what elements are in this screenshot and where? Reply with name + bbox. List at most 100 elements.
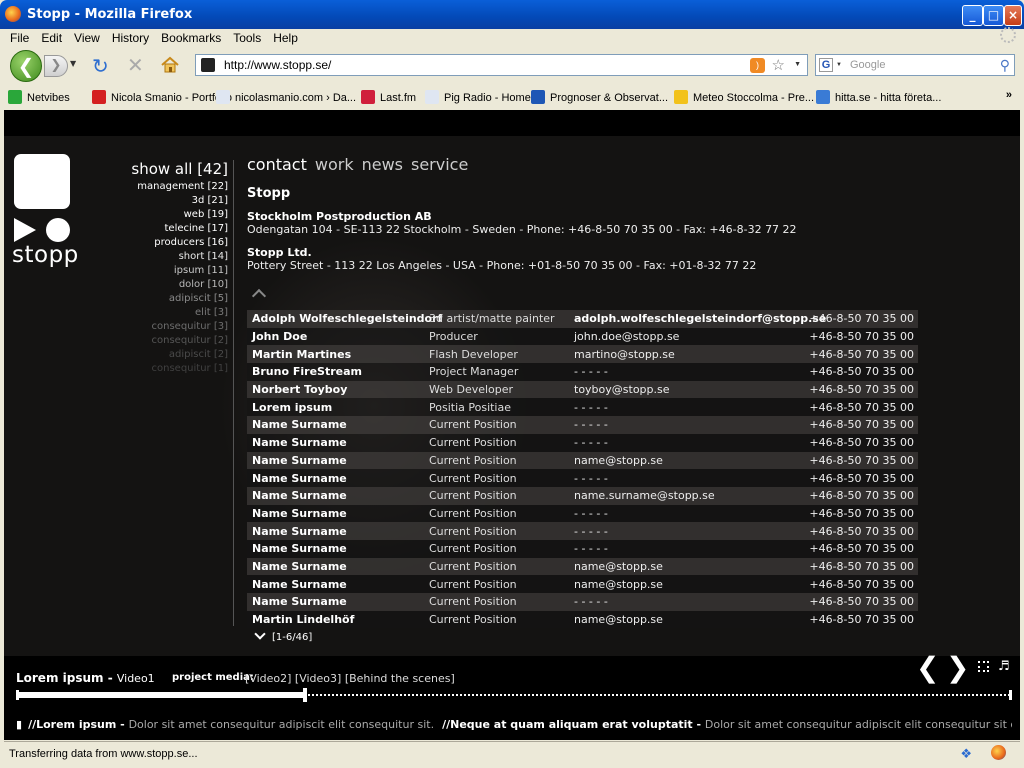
url-dropdown-icon[interactable]: ▼ [794,61,801,68]
category-item[interactable]: short [14] [104,250,228,264]
search-placeholder[interactable]: Google [850,59,885,71]
table-row[interactable]: Name Surname Current Position - - - - - +46… [247,504,918,523]
tab-news[interactable]: news [362,155,403,174]
category-item[interactable]: 3d [21] [104,194,228,208]
stop-button[interactable]: ✕ [127,53,144,77]
progress-bar[interactable] [16,688,1012,702]
bookmark-item[interactable]: hitta.se - hitta företa... [816,90,941,104]
table-row[interactable]: Name Surname Current Position - - - - - +46… [247,593,918,611]
previous-icon[interactable]: ❮ [916,654,939,682]
ticker-headline[interactable]: //Neque at quam aliquam erat voluptatit … [442,718,705,731]
firefox-status-icon[interactable] [991,745,1006,760]
bookmarks-overflow-icon[interactable]: » [1006,89,1012,101]
category-item[interactable]: dolor [10] [104,278,228,292]
staff-email[interactable]: - - - - - [574,507,804,520]
bookmark-item[interactable]: Prognoser & Observat... [531,90,668,104]
scroll-down-icon[interactable] [254,628,266,640]
table-row[interactable]: Name Surname Current Position name@stopp.s… [247,575,918,593]
maximize-button[interactable]: □ [983,5,1004,26]
staff-email[interactable]: - - - - - [574,436,804,449]
table-row[interactable]: Name Surname Current Position name.surname… [247,486,918,505]
addon-icon[interactable]: ❖ [960,746,972,762]
staff-email[interactable]: name@stopp.se [574,578,804,591]
minimize-button[interactable]: _ [962,5,983,26]
category-item[interactable]: ipsum [11] [104,264,228,278]
back-button[interactable]: ❮ [10,50,42,82]
home-button[interactable] [160,55,180,75]
history-dropdown-icon[interactable]: ▼ [70,59,76,68]
url-text[interactable]: http://www.stopp.se/ [224,58,331,72]
bookmark-item[interactable]: Meteo Stoccolma - Pre... [674,90,814,104]
search-bar[interactable]: G ▼ Google ⚲ [815,54,1015,76]
media-link-behind-scenes[interactable]: [Behind the scenes] [345,672,455,685]
staff-email[interactable]: name@stopp.se [574,454,804,467]
ticker-headline[interactable]: //Lorem ipsum - [28,718,129,731]
progress-knob[interactable] [302,688,307,702]
category-item[interactable]: telecine [17] [104,222,228,236]
staff-email[interactable]: - - - - - [574,525,804,538]
category-item[interactable]: web [19] [104,208,228,222]
category-item[interactable]: adipiscit [5] [104,292,228,306]
table-row[interactable]: Name Surname Current Position - - - - - +46… [247,522,918,540]
table-row[interactable]: Martin Lindelhöf Current Position name@sto… [247,610,918,629]
rss-feed-icon[interactable]: ) [750,58,765,73]
bookmark-item[interactable]: Nicola Smanio - Portfolio [92,90,232,104]
tab-contact[interactable]: contact [247,155,307,174]
url-bar[interactable]: http://www.stopp.se/ ) ☆ ▼ [195,54,808,76]
staff-email[interactable]: name@stopp.se [574,613,804,626]
staff-email[interactable]: - - - - - [574,472,804,485]
category-item[interactable]: consequitur [3] [104,320,229,334]
staff-email[interactable]: martino@stopp.se [574,348,804,361]
table-row[interactable]: Bruno FireStream Project Manager - - - - -… [247,363,918,381]
pager[interactable]: [1-6/46] [254,628,312,643]
google-engine-icon[interactable]: G [819,58,833,72]
bookmark-item[interactable]: nicolasmanio.com › Da... [216,90,356,104]
staff-email[interactable]: toyboy@stopp.se [574,383,804,396]
table-row[interactable]: Name Surname Current Position - - - - - +46… [247,433,918,452]
staff-email[interactable]: - - - - - [574,418,804,431]
media-link-video2[interactable]: [Video2] [245,672,291,685]
category-item[interactable]: consequitur [2] [104,334,229,348]
category-item[interactable]: adipiscit [2] [104,348,228,362]
bookmark-item[interactable]: Last.fm [361,90,416,104]
menu-bookmarks[interactable]: Bookmarks [155,29,227,47]
fullscreen-icon[interactable] [978,661,989,672]
table-row[interactable]: Lorem ipsum Positia Positiae - - - - - +46-… [247,398,918,417]
table-row[interactable]: Norbert Toyboy Web Developer toyboy@stopp.… [247,380,918,399]
staff-email[interactable]: name@stopp.se [574,560,804,573]
bookmark-item[interactable]: Pig Radio - Home [425,90,531,104]
staff-email[interactable]: - - - - - [574,595,804,608]
menu-file[interactable]: File [4,29,35,47]
bookmark-star-icon[interactable]: ☆ [772,56,785,74]
next-icon[interactable]: ❯ [946,654,969,682]
forward-button[interactable]: ❯ [44,55,68,77]
staff-email[interactable]: john.doe@stopp.se [574,330,804,343]
category-show-all[interactable]: show all [42] [104,160,228,178]
table-row[interactable]: Name Surname Current Position - - - - - +46… [247,539,918,558]
close-button[interactable]: × [1004,5,1022,26]
category-item[interactable]: elit [3] [104,306,228,320]
search-magnifier-icon[interactable]: ⚲ [1000,57,1010,74]
media-link-video3[interactable]: [Video3] [295,672,341,685]
menu-tools[interactable]: Tools [227,29,267,47]
table-row[interactable]: Name Surname Current Position - - - - - +46… [247,416,918,434]
table-row[interactable]: Martin Martines Flash Developer martino@st… [247,345,918,364]
volume-icon[interactable]: ♬ [998,659,1010,674]
menu-history[interactable]: History [106,29,155,47]
tab-work[interactable]: work [315,155,354,174]
tab-service[interactable]: service [411,155,468,174]
menu-view[interactable]: View [68,29,106,47]
category-item[interactable]: producers [16] [104,236,228,250]
staff-email[interactable]: adolph.wolfeschlegelsteindorf@stopp.se [574,312,826,325]
table-row[interactable]: Name Surname Current Position - - - - - +46… [247,469,918,487]
menu-help[interactable]: Help [267,29,304,47]
stopp-logo[interactable]: stopp [12,154,78,268]
bookmark-item[interactable]: Netvibes [8,90,70,104]
staff-email[interactable]: - - - - - [574,542,804,555]
category-item[interactable]: management [22] [104,180,228,194]
reload-button[interactable]: ↻ [92,54,109,78]
table-row[interactable]: Name Surname Current Position name@stopp.s… [247,451,918,470]
table-row[interactable]: John Doe Producer john.doe@stopp.se +46-8-5… [247,327,918,346]
staff-email[interactable]: - - - - - [574,401,804,414]
table-row[interactable]: Adolph Wolfeschlegelsteindorf 3d artist/m… [247,310,918,328]
